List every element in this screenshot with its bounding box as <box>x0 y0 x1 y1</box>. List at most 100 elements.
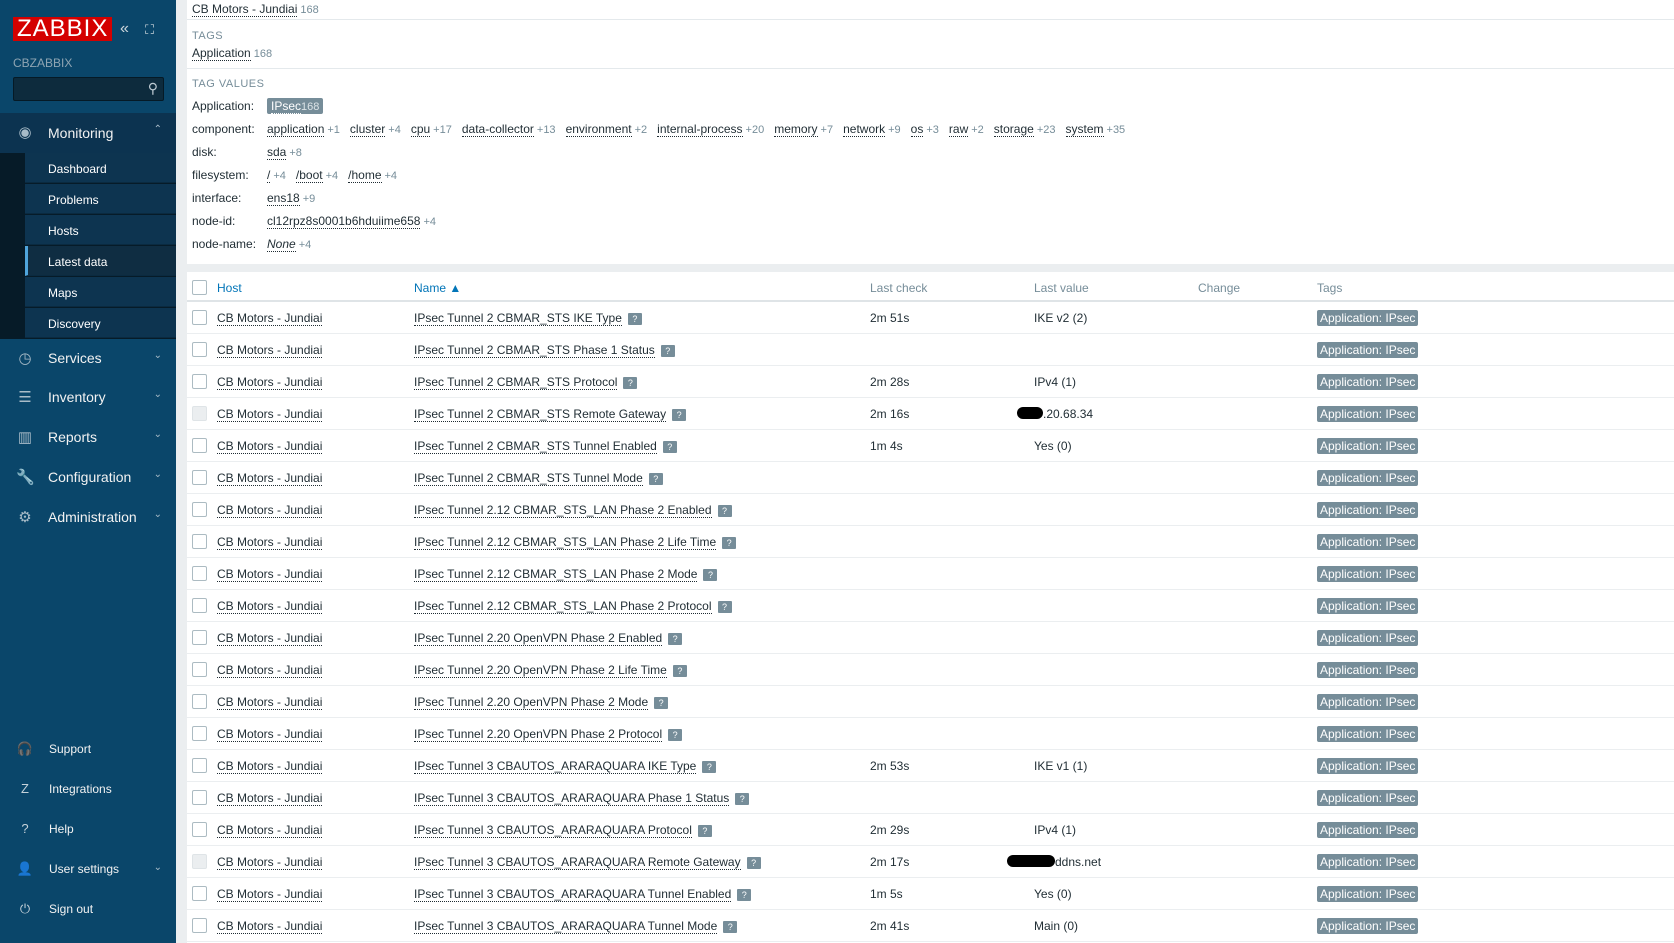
row-checkbox[interactable] <box>192 918 207 933</box>
tag-badge[interactable]: Application: IPsec <box>1317 726 1419 742</box>
row-checkbox[interactable] <box>192 438 207 453</box>
tag-badge[interactable]: Application: IPsec <box>1317 918 1419 934</box>
help-icon[interactable]: ? <box>717 505 732 517</box>
tag-link[interactable]: Application <box>192 46 251 61</box>
tag-value-link[interactable]: raw <box>948 122 969 137</box>
help-icon[interactable]: ? <box>648 473 663 485</box>
sort-name[interactable]: Name ▲ <box>414 281 461 295</box>
row-checkbox[interactable] <box>192 886 207 901</box>
host-link[interactable]: CB Motors - Jundiai <box>217 439 323 454</box>
sort-host[interactable]: Host <box>217 281 242 295</box>
item-name-link[interactable]: IPsec Tunnel 2.12 CBMAR_STS_LAN Phase 2 … <box>414 599 712 614</box>
help-icon[interactable]: ? <box>654 697 669 709</box>
host-link[interactable]: CB Motors - Jundiai <box>217 599 323 614</box>
tag-badge[interactable]: Application: IPsec <box>1317 822 1419 838</box>
host-link[interactable]: CB Motors - Jundiai <box>217 503 323 518</box>
tag-badge[interactable]: Application: IPsec <box>1317 566 1419 582</box>
help-icon[interactable]: ? <box>717 601 732 613</box>
row-checkbox[interactable] <box>192 726 207 741</box>
menu-user-settings[interactable]: 👤 User settings ⌄ <box>0 850 176 888</box>
item-name-link[interactable]: IPsec Tunnel 3 CBAUTOS_ARARAQUARA Remote… <box>414 855 741 870</box>
menu-integrations[interactable]: Z Integrations <box>0 770 176 808</box>
select-all-checkbox[interactable] <box>192 280 207 295</box>
tag-value-link[interactable]: cpu <box>410 122 431 137</box>
tag-value[interactable]: IPsec168 <box>267 98 324 114</box>
tag-value-link[interactable]: memory <box>774 122 818 137</box>
tag-value-link[interactable]: / <box>267 168 271 183</box>
row-checkbox[interactable] <box>192 662 207 677</box>
help-icon[interactable]: ? <box>735 793 750 805</box>
tag-badge[interactable]: Application: IPsec <box>1317 630 1419 646</box>
tag-value-link[interactable]: os <box>910 122 924 137</box>
tag-value-link[interactable]: /home <box>348 168 382 183</box>
item-name-link[interactable]: IPsec Tunnel 2.20 OpenVPN Phase 2 Enable… <box>414 631 663 646</box>
item-name-link[interactable]: IPsec Tunnel 2 CBMAR_STS Remote Gateway <box>414 407 667 422</box>
tag-value-link[interactable]: cluster <box>349 122 386 137</box>
host-link[interactable]: CB Motors - Jundiai <box>217 343 323 358</box>
tag-value[interactable]: cpu +17 <box>410 122 462 137</box>
tag-badge[interactable]: Application: IPsec <box>1317 406 1419 422</box>
tag-badge[interactable]: Application: IPsec <box>1317 438 1419 454</box>
tag-value-link[interactable]: sda <box>267 145 287 160</box>
tag-value[interactable]: sda +8 <box>267 145 312 160</box>
tag-value-link[interactable]: internal-process <box>657 122 743 137</box>
tag-value[interactable]: data-collector +13 <box>461 122 566 137</box>
host-link[interactable]: CB Motors - Jundiai <box>217 407 323 422</box>
menu-reports[interactable]: ▥ Reports ⌄ <box>0 418 176 456</box>
tag-badge[interactable]: Application: IPsec <box>1317 470 1419 486</box>
tag-value[interactable]: environment +2 <box>565 122 658 137</box>
tag-value[interactable]: memory +7 <box>774 122 843 137</box>
menu-support[interactable]: 🎧 Support <box>0 730 176 768</box>
item-name-link[interactable]: IPsec Tunnel 2 CBMAR_STS Phase 1 Status <box>414 343 655 358</box>
tag-value[interactable]: system +35 <box>1065 122 1136 137</box>
tag-badge[interactable]: Application: IPsec <box>1317 790 1419 806</box>
row-checkbox[interactable] <box>192 534 207 549</box>
tag-value-link[interactable]: environment <box>565 122 632 137</box>
host-link[interactable]: CB Motors - Jundiai <box>217 311 323 326</box>
kiosk-mode-icon[interactable]: ⛶ <box>145 22 154 38</box>
host-link[interactable]: CB Motors - Jundiai <box>217 535 323 550</box>
row-checkbox[interactable] <box>192 854 207 869</box>
row-checkbox[interactable] <box>192 630 207 645</box>
row-checkbox[interactable] <box>192 310 207 325</box>
help-icon[interactable]: ? <box>672 665 687 677</box>
help-icon[interactable]: ? <box>668 729 683 741</box>
help-icon[interactable]: ? <box>702 761 717 773</box>
row-checkbox[interactable] <box>192 566 207 581</box>
tag-value-link[interactable]: /boot <box>295 168 323 183</box>
tag-value[interactable]: /boot +4 <box>295 168 348 183</box>
submenu-item-maps[interactable]: Maps <box>25 277 176 307</box>
tag-value[interactable]: None +4 <box>267 237 321 252</box>
tag-badge[interactable]: Application: IPsec <box>1317 534 1419 550</box>
submenu-item-dashboard[interactable]: Dashboard <box>25 153 176 183</box>
host-link[interactable]: CB Motors - Jundiai <box>217 919 323 934</box>
submenu-item-hosts[interactable]: Hosts <box>25 215 176 245</box>
zabbix-logo[interactable]: ZABBIX <box>13 17 113 41</box>
tag-value-link[interactable]: storage <box>993 122 1034 137</box>
tag-value[interactable]: storage +23 <box>993 122 1066 137</box>
host-link[interactable]: CB Motors - Jundiai <box>217 823 323 838</box>
tag-value-link[interactable]: IPsec <box>271 99 302 114</box>
menu-administration[interactable]: ⚙ Administration ⌄ <box>0 498 176 536</box>
item-name-link[interactable]: IPsec Tunnel 2 CBMAR_STS Protocol <box>414 375 618 390</box>
host-link[interactable]: CB Motors - Jundiai <box>217 375 323 390</box>
submenu-item-discovery[interactable]: Discovery <box>25 308 176 338</box>
item-name-link[interactable]: IPsec Tunnel 2.12 CBMAR_STS_LAN Phase 2 … <box>414 567 698 582</box>
tag-value[interactable]: application +1 <box>267 122 350 137</box>
host-link[interactable]: CB Motors - Jundiai <box>217 663 323 678</box>
row-checkbox[interactable] <box>192 598 207 613</box>
item-name-link[interactable]: IPsec Tunnel 3 CBAUTOS_ARARAQUARA Tunnel… <box>414 887 732 902</box>
help-icon[interactable]: ? <box>737 889 752 901</box>
menu-monitoring[interactable]: ◉ Monitoring ⌃ <box>0 113 176 153</box>
tag-badge[interactable]: Application: IPsec <box>1317 854 1419 870</box>
help-icon[interactable]: ? <box>722 537 737 549</box>
help-icon[interactable]: ? <box>697 825 712 837</box>
help-icon[interactable]: ? <box>623 377 638 389</box>
search-input[interactable]: ⚲ <box>13 77 164 101</box>
item-name-link[interactable]: IPsec Tunnel 3 CBAUTOS_ARARAQUARA IKE Ty… <box>414 759 697 774</box>
tag-value[interactable]: /home +4 <box>348 168 407 183</box>
menu-services[interactable]: ◷ Services ⌄ <box>0 339 176 377</box>
submenu-item-latest-data[interactable]: Latest data <box>25 246 176 276</box>
menu-inventory[interactable]: ☰ Inventory ⌄ <box>0 378 176 416</box>
tag-badge[interactable]: Application: IPsec <box>1317 342 1419 358</box>
